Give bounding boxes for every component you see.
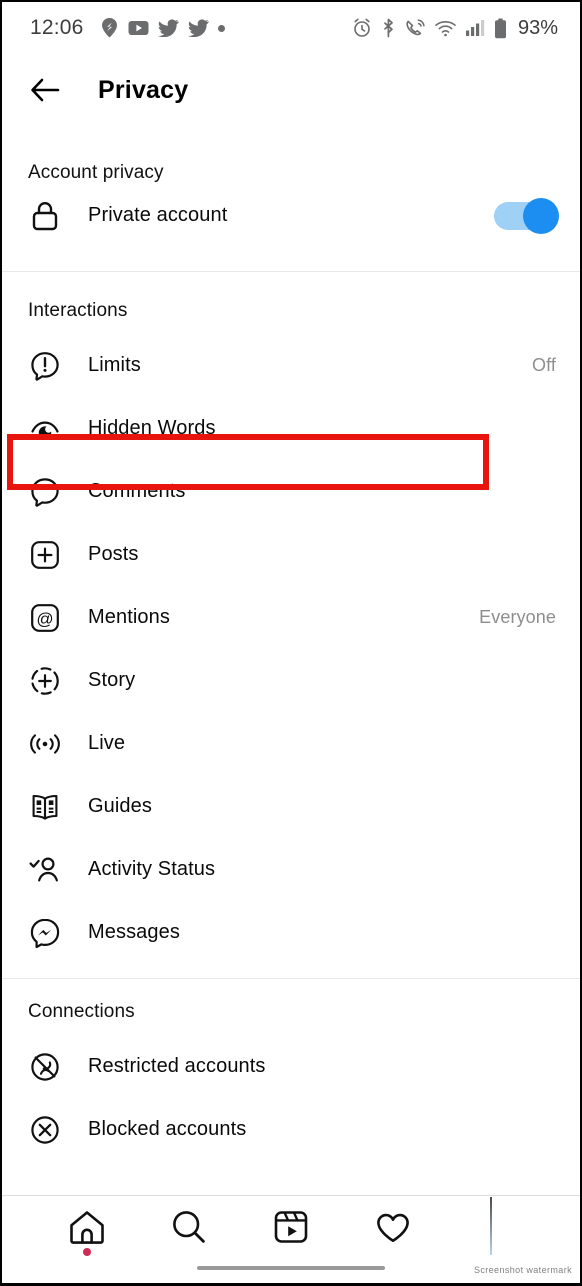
row-label-activity-status: Activity Status [88, 858, 216, 880]
row-guides[interactable]: Guides [2, 775, 580, 838]
bluetooth-icon [381, 18, 396, 38]
row-posts[interactable]: Posts [2, 523, 580, 586]
back-button[interactable] [28, 73, 62, 107]
battery-icon [494, 18, 507, 39]
row-comments[interactable]: Comments [2, 460, 580, 523]
comments-icon [28, 475, 62, 509]
activity-status-icon [28, 853, 62, 887]
row-label-story: Story [88, 669, 136, 691]
row-label-private-account: Private account [88, 204, 228, 226]
twitter-icon [187, 19, 209, 37]
row-label-hidden-words: Hidden Words [88, 417, 216, 439]
section-connections: Connections Restricted accounts Blocked … [2, 979, 580, 1161]
dot-icon [217, 24, 225, 32]
wifi-icon [435, 20, 456, 37]
row-mentions[interactable]: @ Mentions Everyone [2, 586, 580, 649]
bottom-nav-items [2, 1196, 580, 1258]
home-badge-dot [83, 1248, 91, 1256]
row-hidden-words[interactable]: Hidden Words [2, 397, 580, 460]
messages-icon [28, 916, 62, 950]
row-label-comments: Comments [88, 480, 186, 502]
signal-icon [465, 19, 485, 37]
section-account-privacy: Account privacy Private account [2, 126, 580, 272]
battery-percentage: 93% [517, 16, 558, 39]
phone-screen: 12:06 93% Privacy Account privacy Privat… [0, 0, 582, 1286]
row-label-live: Live [88, 732, 126, 754]
limits-icon [28, 349, 62, 383]
section-title-account-privacy: Account privacy [28, 162, 164, 183]
row-activity-status[interactable]: Activity Status [2, 838, 580, 901]
section-interactions: Interactions Limits Off Hidden Words Com… [2, 272, 580, 979]
section-title-connections: Connections [28, 1001, 135, 1022]
row-live[interactable]: Live [2, 712, 580, 775]
row-limits[interactable]: Limits Off [2, 334, 580, 397]
row-value-limits: Off [532, 355, 556, 375]
story-icon [28, 664, 62, 698]
mentions-icon: @ [28, 601, 62, 635]
row-story[interactable]: Story [2, 649, 580, 712]
status-bar-clock: 12:06 [30, 16, 84, 39]
lock-icon [28, 199, 62, 233]
private-account-toggle[interactable] [494, 197, 559, 234]
row-restricted-accounts[interactable]: Restricted accounts [2, 1035, 580, 1098]
live-icon [28, 727, 62, 761]
youtube-icon [128, 20, 149, 36]
blocked-accounts-icon [28, 1113, 62, 1147]
pin-icon [100, 17, 119, 39]
page-header: Privacy [2, 54, 580, 126]
posts-icon [28, 538, 62, 572]
wifi-calling-icon [405, 18, 426, 38]
hidden-words-icon [28, 412, 62, 446]
twitter-icon [157, 19, 179, 37]
alarm-icon [352, 18, 372, 38]
home-indicator[interactable] [197, 1266, 385, 1270]
row-messages[interactable]: Messages [2, 901, 580, 964]
guides-icon [28, 790, 62, 824]
section-bottom-spacer [2, 247, 580, 271]
row-label-guides: Guides [88, 795, 152, 817]
row-label-restricted-accounts: Restricted accounts [88, 1055, 266, 1077]
page-title: Privacy [98, 75, 189, 104]
svg-text:@: @ [36, 609, 53, 628]
row-label-mentions: Mentions [88, 606, 170, 628]
toggle-knob [523, 197, 559, 234]
nav-item-profile[interactable] [444, 1196, 546, 1258]
restricted-accounts-icon [28, 1050, 62, 1084]
section-bottom-spacer [2, 964, 580, 978]
row-label-messages: Messages [88, 921, 180, 943]
row-blocked-accounts[interactable]: Blocked accounts [2, 1098, 580, 1161]
nav-item-reels[interactable] [240, 1196, 342, 1258]
status-bar-left: 12:06 [30, 16, 225, 40]
row-value-mentions: Everyone [479, 607, 556, 627]
watermark-text: Screenshot watermark [473, 1265, 572, 1275]
status-bar: 12:06 93% [2, 2, 580, 54]
row-label-posts: Posts [88, 543, 139, 565]
status-bar-right: 93% [352, 17, 558, 40]
nav-item-activity[interactable] [342, 1196, 444, 1258]
bottom-navigation-bar: Screenshot watermark [2, 1195, 580, 1283]
nav-item-search[interactable] [138, 1196, 240, 1258]
row-private-account[interactable]: Private account [2, 184, 580, 247]
section-title-interactions: Interactions [28, 300, 128, 321]
nav-item-home[interactable] [36, 1196, 138, 1258]
row-label-blocked-accounts: Blocked accounts [88, 1118, 247, 1140]
row-label-limits: Limits [88, 354, 141, 376]
watermark-line [490, 1197, 492, 1255]
